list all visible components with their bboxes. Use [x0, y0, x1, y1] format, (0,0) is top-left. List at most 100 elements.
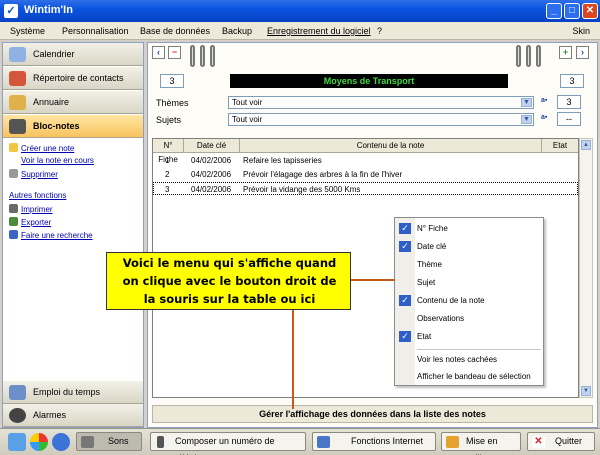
- context-item-contenu[interactable]: ✓ Contenu de la note: [395, 292, 543, 309]
- table-scrollbar[interactable]: ▲ ▼: [579, 138, 593, 398]
- table-row-selected[interactable]: 3 04/02/2006 Prévoir la vidange des 5000…: [153, 182, 578, 195]
- sort-az-icon[interactable]: a▪: [541, 114, 553, 124]
- export-icon: [9, 217, 18, 226]
- create-note-link[interactable]: Créer une note: [9, 143, 74, 155]
- binder-ring-icon: [210, 45, 215, 67]
- menu-backup[interactable]: Backup: [222, 26, 252, 36]
- cell-content: Refaire les tapisseries: [243, 156, 322, 165]
- context-item-date[interactable]: ✓ Date clé: [395, 238, 543, 255]
- annotation-line: Voici le menu qui s'affiche quand: [122, 256, 337, 270]
- context-item-hidden-notes[interactable]: Voir les notes cachées: [395, 351, 543, 368]
- check-icon: ✓: [399, 241, 411, 252]
- menu-base-de-donnees[interactable]: Base de données: [140, 26, 210, 36]
- scissors-icon: [9, 169, 18, 178]
- menu-enregistrement[interactable]: Enregistrement du logiciel: [267, 26, 371, 36]
- quit-label: Quitter: [555, 436, 583, 446]
- context-item-etat[interactable]: ✓ Etat: [395, 328, 543, 345]
- standby-button[interactable]: Mise en veille: [441, 432, 521, 455]
- scroll-up-icon[interactable]: ▲: [581, 140, 591, 150]
- browser-icon[interactable]: [52, 433, 70, 451]
- app-icon: ✓: [4, 4, 18, 18]
- link-label: Exporter: [21, 218, 52, 227]
- menu-personnalisation[interactable]: Personnalisation: [62, 26, 129, 36]
- context-item-label: Afficher le bandeau de sélection: [417, 372, 531, 381]
- subjects-value: Tout voir: [232, 115, 263, 124]
- view-note-link[interactable]: Voir la note en cours: [21, 156, 94, 168]
- delete-note-link[interactable]: Supprimer: [9, 169, 58, 181]
- printer-icon: [9, 204, 18, 213]
- close-button[interactable]: ✕: [582, 3, 598, 19]
- context-item-label: Contenu de la note: [417, 296, 485, 305]
- column-header-date[interactable]: Date clé: [184, 139, 240, 153]
- network-icon: [317, 436, 330, 448]
- standby-label: Mise en veille: [466, 436, 498, 455]
- internet-functions-button[interactable]: Fonctions Internet: [312, 432, 436, 451]
- binder-ring-icon: [516, 45, 521, 67]
- themes-select[interactable]: Tout voir ▼: [228, 96, 534, 109]
- manage-display-button[interactable]: Gérer l'affichage des données dans la li…: [152, 405, 593, 423]
- remove-notebook-button[interactable]: −: [168, 46, 181, 59]
- sidebar: Calendrier Répertoire de contacts Annuai…: [2, 42, 144, 428]
- notebook-number[interactable]: 3: [160, 74, 184, 88]
- column-header-contenu[interactable]: Contenu de la note: [240, 139, 542, 153]
- notebook-icon: [9, 119, 26, 134]
- context-item-selection-banner[interactable]: Afficher le bandeau de sélection: [395, 368, 543, 385]
- cell-content: Prévoir l'élagage des arbres à la fin de…: [243, 170, 403, 179]
- clock-icon: [9, 408, 26, 423]
- dial-phone-button[interactable]: Composer un numéro de téléphone: [150, 432, 306, 455]
- sounds-button[interactable]: Sons: [76, 432, 142, 451]
- binder-ring-icon: [536, 45, 541, 67]
- title-bar: ✓ Wintim'In _ □ ✕: [0, 0, 600, 22]
- subjects-count: --: [557, 112, 581, 126]
- sidebar-tab-calendrier[interactable]: Calendrier: [3, 43, 143, 66]
- menu-help[interactable]: ?: [377, 26, 382, 36]
- color-wheel-icon[interactable]: [30, 433, 48, 451]
- other-functions-title: Autres fonctions: [9, 191, 67, 200]
- context-item-theme[interactable]: Thème: [395, 256, 543, 273]
- chevron-down-icon[interactable]: ▼: [521, 115, 532, 124]
- menu-systeme[interactable]: Système: [10, 26, 45, 36]
- sort-az-icon[interactable]: a▪: [541, 97, 553, 107]
- minimize-button[interactable]: _: [546, 3, 562, 19]
- new-note-icon: [9, 143, 18, 152]
- annotation-pointer: [351, 279, 395, 281]
- window-title: Wintim'In: [24, 4, 73, 16]
- sidebar-tab-annuaire[interactable]: Annuaire: [3, 91, 143, 114]
- context-item-fiche[interactable]: ✓ N° Fiche: [395, 220, 543, 237]
- context-item-sujet[interactable]: Sujet: [395, 274, 543, 291]
- menu-skin[interactable]: Skin: [572, 26, 590, 36]
- quit-button[interactable]: ✕ Quitter: [527, 432, 595, 451]
- binder-ring-icon: [200, 45, 205, 67]
- table-row[interactable]: 2 04/02/2006 Prévoir l'élagage des arbre…: [153, 168, 578, 181]
- sidebar-tab-repertoire[interactable]: Répertoire de contacts: [3, 67, 143, 90]
- sidebar-tab-label: Annuaire: [33, 97, 70, 107]
- cell-date: 04/02/2006: [191, 185, 232, 194]
- export-link[interactable]: Exporter: [9, 217, 51, 229]
- table-row[interactable]: 1 04/02/2006 Refaire les tapisseries: [153, 154, 578, 167]
- notebook-count[interactable]: 3: [560, 74, 584, 88]
- sidebar-tab-alarmes[interactable]: Alarmes: [3, 404, 143, 427]
- themes-label: Thèmes: [156, 98, 189, 108]
- search-link[interactable]: Faire une recherche: [9, 230, 93, 242]
- notebook-title: Moyens de Transport: [230, 74, 508, 88]
- next-notebook-button[interactable]: ›: [576, 46, 589, 59]
- subjects-select[interactable]: Tout voir ▼: [228, 113, 534, 126]
- scroll-down-icon[interactable]: ▼: [581, 386, 591, 396]
- cell-id: 2: [165, 170, 170, 179]
- calendar-icon: [9, 47, 26, 62]
- cell-content: Prévoir la vidange des 5000 Kms: [243, 185, 361, 194]
- column-header-etat[interactable]: Etat: [542, 139, 578, 153]
- help-icon[interactable]: [8, 433, 26, 451]
- column-header-fiche[interactable]: N° Fiche: [153, 139, 184, 164]
- cell-date: 04/02/2006: [191, 156, 232, 165]
- sidebar-tab-emploi-du-temps[interactable]: Emploi du temps: [3, 381, 143, 404]
- link-label: Créer une note: [21, 144, 75, 153]
- maximize-button[interactable]: □: [564, 3, 580, 19]
- add-notebook-button[interactable]: +: [559, 46, 572, 59]
- search-icon: [9, 230, 18, 239]
- context-item-observations[interactable]: Observations: [395, 310, 543, 327]
- sidebar-tab-bloc-notes[interactable]: Bloc-notes: [3, 115, 143, 138]
- print-link[interactable]: Imprimer: [9, 204, 53, 216]
- chevron-down-icon[interactable]: ▼: [521, 98, 532, 107]
- previous-notebook-button[interactable]: ‹: [152, 46, 165, 59]
